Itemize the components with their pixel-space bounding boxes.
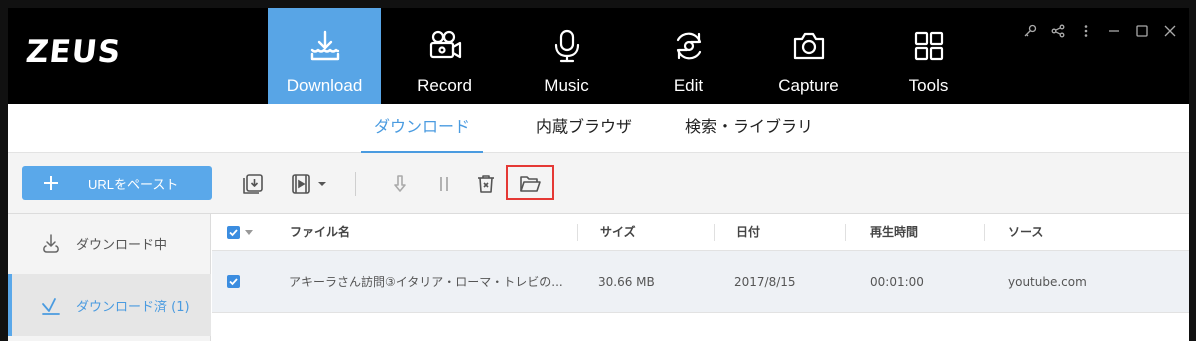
microphone-icon [554,29,579,63]
checkmark-icon [229,229,238,237]
column-divider [714,224,715,241]
cell-size: 30.66 MB [598,275,655,289]
nav-tab-label: Capture [778,76,839,95]
nav-tab-label: Edit [673,76,704,95]
sub-tabs: ダウンロード 内蔵ブラウザ 検索・ライブラリ [8,104,1189,153]
nav-tab-music[interactable]: Music [510,8,623,104]
paste-url-label: URLをペースト [88,176,179,192]
sidebar-item-label: ダウンロード中 [76,238,168,253]
nav-tab-label: Music [544,76,589,95]
arrow-down-icon [394,175,406,192]
subtab-download[interactable]: ダウンロード [361,104,483,153]
cell-duration: 00:01:00 [870,275,924,289]
plus-icon [44,176,58,190]
video-film-icon [292,174,310,194]
import-download-button[interactable] [239,170,267,198]
column-divider [577,224,578,241]
nav-tab-capture[interactable]: Capture [752,8,865,104]
column-header-date[interactable]: 日付 [736,214,760,251]
app-logo: ZEUS [24,34,124,70]
column-header-size[interactable]: サイズ [600,214,636,251]
nav-tab-tools[interactable]: Tools [872,8,985,104]
top-bar: ZEUS Download Record Music Edit Capture … [8,8,1189,104]
video-convert-dropdown[interactable] [284,170,332,198]
delete-button[interactable] [472,170,500,198]
nav-tab-edit[interactable]: Edit [632,8,745,104]
table-header: ファイル名 サイズ 日付 再生時間 ソース [212,214,1189,251]
sidebar-item-downloading[interactable]: ダウンロード中 [8,214,211,273]
highlight-box [506,165,554,200]
video-camera-icon [429,30,461,59]
column-header-duration[interactable]: 再生時間 [870,214,918,251]
download-progress-icon [43,233,59,253]
cell-date: 2017/8/15 [734,275,796,289]
sidebar: ダウンロード中 ダウンロード済 (1) [8,214,211,341]
nav-tab-download[interactable]: Download [268,8,381,104]
table-row[interactable]: アキーラさん訪問③イタリア・ローマ・トレビの... 30.66 MB 2017/… [212,251,1189,313]
checkmark-icon [229,278,238,286]
grid-icon [914,31,943,61]
trash-icon [478,175,494,193]
maximize-icon[interactable] [1133,22,1151,40]
download-list-icon [243,174,263,194]
chevron-down-icon [318,182,326,186]
cell-file-name: アキーラさん訪問③イタリア・ローマ・トレビの... [289,275,563,289]
column-header-name[interactable]: ファイル名 [290,214,350,251]
nav-tab-label: Download [286,76,363,95]
row-checkbox[interactable] [227,275,240,288]
column-header-source[interactable]: ソース [1008,214,1043,251]
subtab-browser[interactable]: 内蔵ブラウザ [523,104,645,153]
paste-url-button[interactable]: URLをペースト [22,166,212,200]
cell-source: youtube.com [1008,275,1087,289]
sidebar-item-label: ダウンロード済 (1) [76,299,190,315]
key-icon[interactable] [1021,22,1039,40]
pause-button[interactable] [430,170,458,198]
window-frame: ZEUS Download Record Music Edit Capture … [0,0,1196,341]
nav-tab-label: Tools [908,76,949,95]
download-done-icon [42,298,60,315]
nav-tab-record[interactable]: Record [388,8,501,104]
column-divider [984,224,985,241]
select-all-checkbox[interactable] [227,226,240,239]
app-window: ZEUS Download Record Music Edit Capture … [8,8,1189,341]
more-menu-icon[interactable] [1077,22,1095,40]
sidebar-item-downloaded[interactable]: ダウンロード済 (1) [8,274,211,336]
subtab-search-library[interactable]: 検索・ライブラリ [676,104,822,153]
toolbar-divider [355,172,356,196]
download-icon [310,30,339,61]
share-icon[interactable] [1049,22,1067,40]
file-table: ファイル名 サイズ 日付 再生時間 ソース アキーラさん訪問③イタリア・ローマ・… [212,214,1189,341]
window-controls [1021,22,1179,40]
toolbar: URLをペースト [8,153,1189,214]
pause-icon [440,177,448,191]
nav-tab-label: Record [417,76,472,95]
resume-download-button[interactable] [386,170,414,198]
column-divider [845,224,846,241]
close-icon[interactable] [1161,22,1179,40]
sync-icon [676,32,701,60]
camera-icon [793,32,824,60]
select-dropdown-caret[interactable] [245,230,253,235]
minimize-icon[interactable] [1105,22,1123,40]
